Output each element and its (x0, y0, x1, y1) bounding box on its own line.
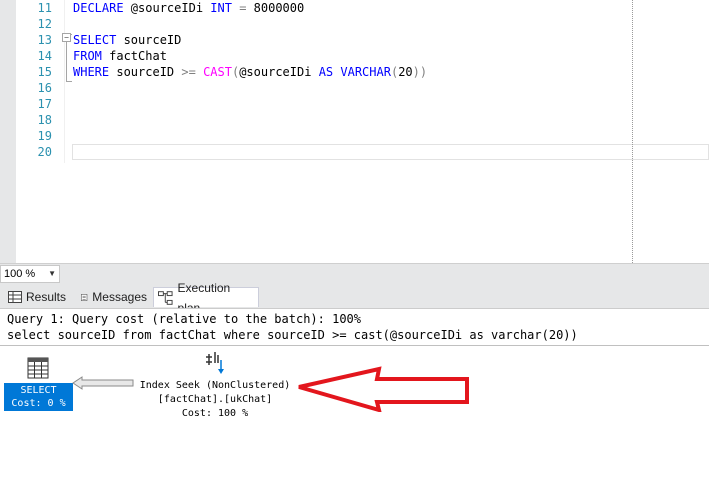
query-cost-header: Query 1: Query cost (relative to the bat… (7, 312, 362, 326)
zoom-value: 100 % (4, 268, 36, 280)
code-token: INT (210, 1, 232, 15)
line-number: 17 (37, 97, 52, 111)
execution-plan-icon (158, 290, 173, 305)
code-token: @sourceIDi (239, 65, 319, 79)
divider (0, 345, 709, 346)
execution-plan-pane[interactable]: Query 1: Query cost (relative to the bat… (0, 308, 709, 490)
select-node-label: SELECT Cost: 0 % (4, 383, 73, 411)
tab-messages-label: Messages (92, 290, 147, 304)
seek-node-cost: Cost: 100 % (181, 408, 249, 419)
code-text: DECLARE @sourceIDi INT = 8000000 (73, 0, 304, 16)
zoom-dropdown[interactable]: 100 % ▼ (0, 265, 60, 283)
select-node-cost: Cost: 0 % (11, 398, 66, 409)
line-number: 19 (37, 129, 52, 143)
code-token: CAST (203, 65, 232, 79)
horizontal-scrollbar[interactable] (60, 266, 709, 280)
code-text: SELECT sourceID (73, 32, 181, 48)
query-text: select sourceID from factChat where sour… (7, 328, 578, 342)
code-line[interactable]: 14 FROM factChat (0, 48, 709, 64)
seek-node-title: Index Seek (NonClustered) (139, 380, 291, 391)
code-token: @sourceIDi (123, 1, 211, 15)
code-token: WHERE (73, 65, 110, 79)
messages-icon (81, 293, 88, 301)
index-seek-icon[interactable] (205, 351, 227, 375)
code-token: = (231, 1, 254, 15)
query-editor[interactable]: − 11 DECLARE @sourceIDi INT = 8000000 12 13… (0, 0, 709, 263)
code-token: sourceID (109, 65, 182, 79)
red-arrow-annotation (298, 366, 469, 412)
code-token: VARCHAR (340, 65, 391, 79)
code-text: FROM factChat (73, 48, 167, 64)
code-line[interactable]: 17 (0, 96, 709, 112)
results-tabstrip: Results Messages Execution plan (0, 281, 709, 315)
line-number: 18 (37, 113, 52, 127)
tab-execution-plan[interactable]: Execution plan (153, 281, 259, 315)
line-number: 16 (37, 81, 52, 95)
code-token: 8000000 (253, 1, 305, 15)
line-number: 11 (37, 1, 52, 15)
tab-messages[interactable]: Messages (77, 287, 151, 307)
code-line[interactable]: 19 (0, 128, 709, 144)
code-token: sourceID (116, 33, 182, 47)
code-token: AS (318, 65, 334, 79)
code-token: DECLARE (73, 1, 124, 15)
line-number: 14 (37, 49, 52, 63)
line-number: 12 (37, 17, 52, 31)
tab-results-label: Results (25, 290, 66, 304)
editor-status-bar: 100 % ▼ (0, 263, 709, 284)
code-line[interactable]: 15 WHERE sourceID >= CAST(@sourceIDi AS V… (0, 64, 709, 80)
code-token: factChat (101, 49, 167, 63)
grid-icon (8, 291, 22, 303)
chevron-down-icon: ▼ (48, 269, 56, 278)
code-line[interactable]: 13 SELECT sourceID (0, 32, 709, 48)
code-line[interactable]: 12 (0, 16, 709, 32)
seek-node-object: [factChat].[ukChat] (157, 394, 273, 405)
line-number: 13 (37, 33, 52, 47)
code-text: WHERE sourceID >= CAST(@sourceIDi AS VAR… (73, 64, 427, 80)
line-number: 20 (37, 145, 52, 159)
line-number: 15 (37, 65, 52, 79)
code-line[interactable]: 18 (0, 112, 709, 128)
code-token: )) (412, 65, 428, 79)
select-result-icon (27, 357, 49, 379)
code-token: >= (181, 65, 196, 79)
code-line[interactable]: 11 DECLARE @sourceIDi INT = 8000000 (0, 0, 709, 16)
tab-results[interactable]: Results (4, 287, 70, 307)
code-line[interactable]: 16 (0, 80, 709, 96)
code-token: FROM (73, 49, 102, 63)
code-token: SELECT (73, 33, 117, 47)
code-line[interactable]: 20 (0, 144, 709, 160)
select-node-title: SELECT (20, 385, 57, 396)
code-token: 20 (398, 65, 413, 79)
